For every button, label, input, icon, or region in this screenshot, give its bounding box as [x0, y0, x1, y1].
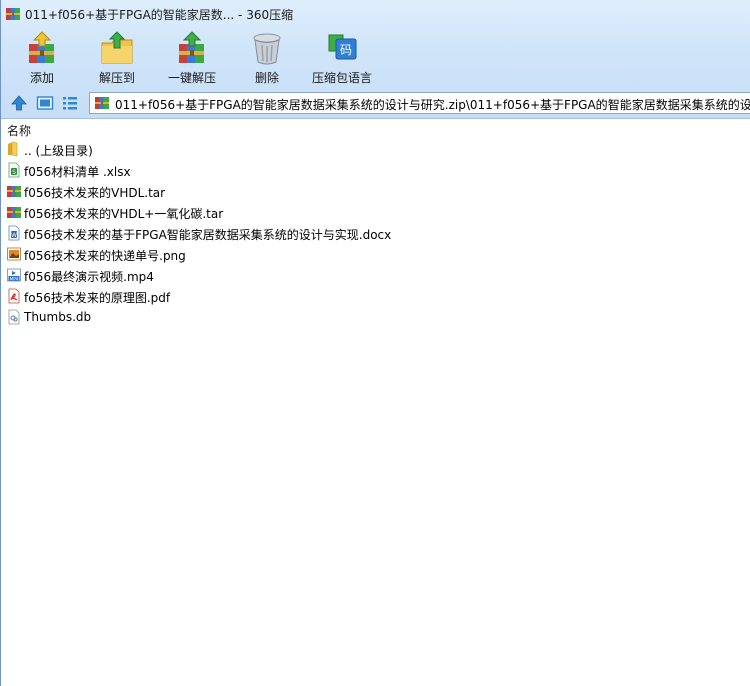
file-name: f056技术发来的快递单号.png: [24, 249, 186, 263]
file-name: f056技术发来的VHDL.tar: [24, 186, 166, 200]
archive-language-icon: 码: [324, 30, 360, 66]
archive-file-icon: [6, 204, 22, 220]
up-level-button[interactable]: [10, 94, 28, 112]
one-click-extract-icon: [174, 30, 210, 66]
delete-trash-icon: [249, 30, 285, 66]
thumbnail-view-icon: [36, 96, 54, 110]
main-toolbar: 添加 解压到 一键解压 删除 码 压缩包语言: [1, 28, 750, 88]
pdf-file-icon: [6, 288, 22, 304]
file-name: f056技术发来的VHDL+一氧化碳.tar: [24, 207, 224, 221]
file-name: .. (上级目录): [24, 144, 93, 158]
archive-path-icon: [94, 95, 110, 111]
add-button[interactable]: 添加: [6, 28, 78, 88]
svg-text:W: W: [11, 232, 17, 239]
address-path-field[interactable]: 011+f056+基于FPGA的智能家居数据采集系统的设计与研究.zip\011…: [89, 92, 750, 114]
app-window: 011+f056+基于FPGA的智能家居数... - 360压缩 添加 解压到 …: [0, 0, 750, 686]
list-item[interactable]: Thumbs.db: [1, 307, 750, 328]
list-item[interactable]: fo56技术发来的原理图.pdf: [1, 286, 750, 307]
one-click-extract-button[interactable]: 一键解压: [156, 28, 228, 88]
file-list: .. (上级目录) S f056材料清单 .xlsx f056技术发来的VHDL…: [1, 139, 750, 328]
window-chrome: 011+f056+基于FPGA的智能家居数... - 360压缩 添加 解压到 …: [1, 0, 750, 119]
extract-to-label: 解压到: [98, 71, 135, 85]
image-file-icon: [6, 246, 22, 262]
archive-language-glyph: 码: [340, 43, 352, 57]
title-bar[interactable]: 011+f056+基于FPGA的智能家居数... - 360压缩: [1, 0, 750, 28]
excel-file-icon: S: [6, 162, 22, 178]
file-name: f056最终演示视频.mp4: [24, 270, 154, 284]
list-item[interactable]: f056技术发来的VHDL.tar: [1, 181, 750, 202]
add-archive-icon: [24, 30, 60, 66]
window-title: 011+f056+基于FPGA的智能家居数... - 360压缩: [25, 8, 294, 22]
file-name: f056技术发来的基于FPGA智能家居数据采集系统的设计与实现.docx: [24, 228, 392, 242]
list-header: 名称: [1, 119, 750, 138]
column-header-name[interactable]: 名称: [7, 122, 31, 139]
arrow-up-icon: [11, 95, 27, 111]
db-file-icon: [6, 309, 22, 325]
thumbnail-view-button[interactable]: [36, 94, 54, 112]
list-item[interactable]: S f056材料清单 .xlsx: [1, 160, 750, 181]
list-item[interactable]: f056技术发来的快递单号.png: [1, 244, 750, 265]
archive-file-icon: [6, 183, 22, 199]
delete-button[interactable]: 删除: [231, 28, 303, 88]
app-archive-icon: [5, 6, 21, 22]
address-bar: 011+f056+基于FPGA的智能家居数据采集系统的设计与研究.zip\011…: [1, 90, 750, 117]
list-item[interactable]: f056技术发来的VHDL+一氧化碳.tar: [1, 202, 750, 223]
archive-language-label: 压缩包语言: [311, 71, 372, 85]
list-view-icon: [63, 97, 77, 110]
delete-label: 删除: [254, 71, 279, 85]
address-path-text: 011+f056+基于FPGA的智能家居数据采集系统的设计与研究.zip\011…: [115, 98, 750, 112]
folder-up-icon: [6, 141, 22, 157]
list-item[interactable]: W f056技术发来的基于FPGA智能家居数据采集系统的设计与实现.docx: [1, 223, 750, 244]
archive-language-button[interactable]: 码 压缩包语言: [306, 28, 378, 88]
svg-text:S: S: [12, 169, 16, 176]
one-click-extract-label: 一键解压: [167, 71, 216, 85]
video-file-icon: MP4: [6, 267, 22, 283]
add-label: 添加: [29, 71, 54, 85]
file-name: fo56技术发来的原理图.pdf: [24, 291, 171, 305]
extract-to-icon: [99, 30, 135, 66]
list-item[interactable]: .. (上级目录): [1, 139, 750, 160]
file-name: Thumbs.db: [24, 310, 92, 324]
file-name: f056材料清单 .xlsx: [24, 165, 131, 179]
list-item[interactable]: MP4 f056最终演示视频.mp4: [1, 265, 750, 286]
svg-text:MP4: MP4: [10, 276, 19, 281]
extract-to-button[interactable]: 解压到: [81, 28, 153, 88]
word-file-icon: W: [6, 225, 22, 241]
list-view-button[interactable]: [61, 94, 79, 112]
